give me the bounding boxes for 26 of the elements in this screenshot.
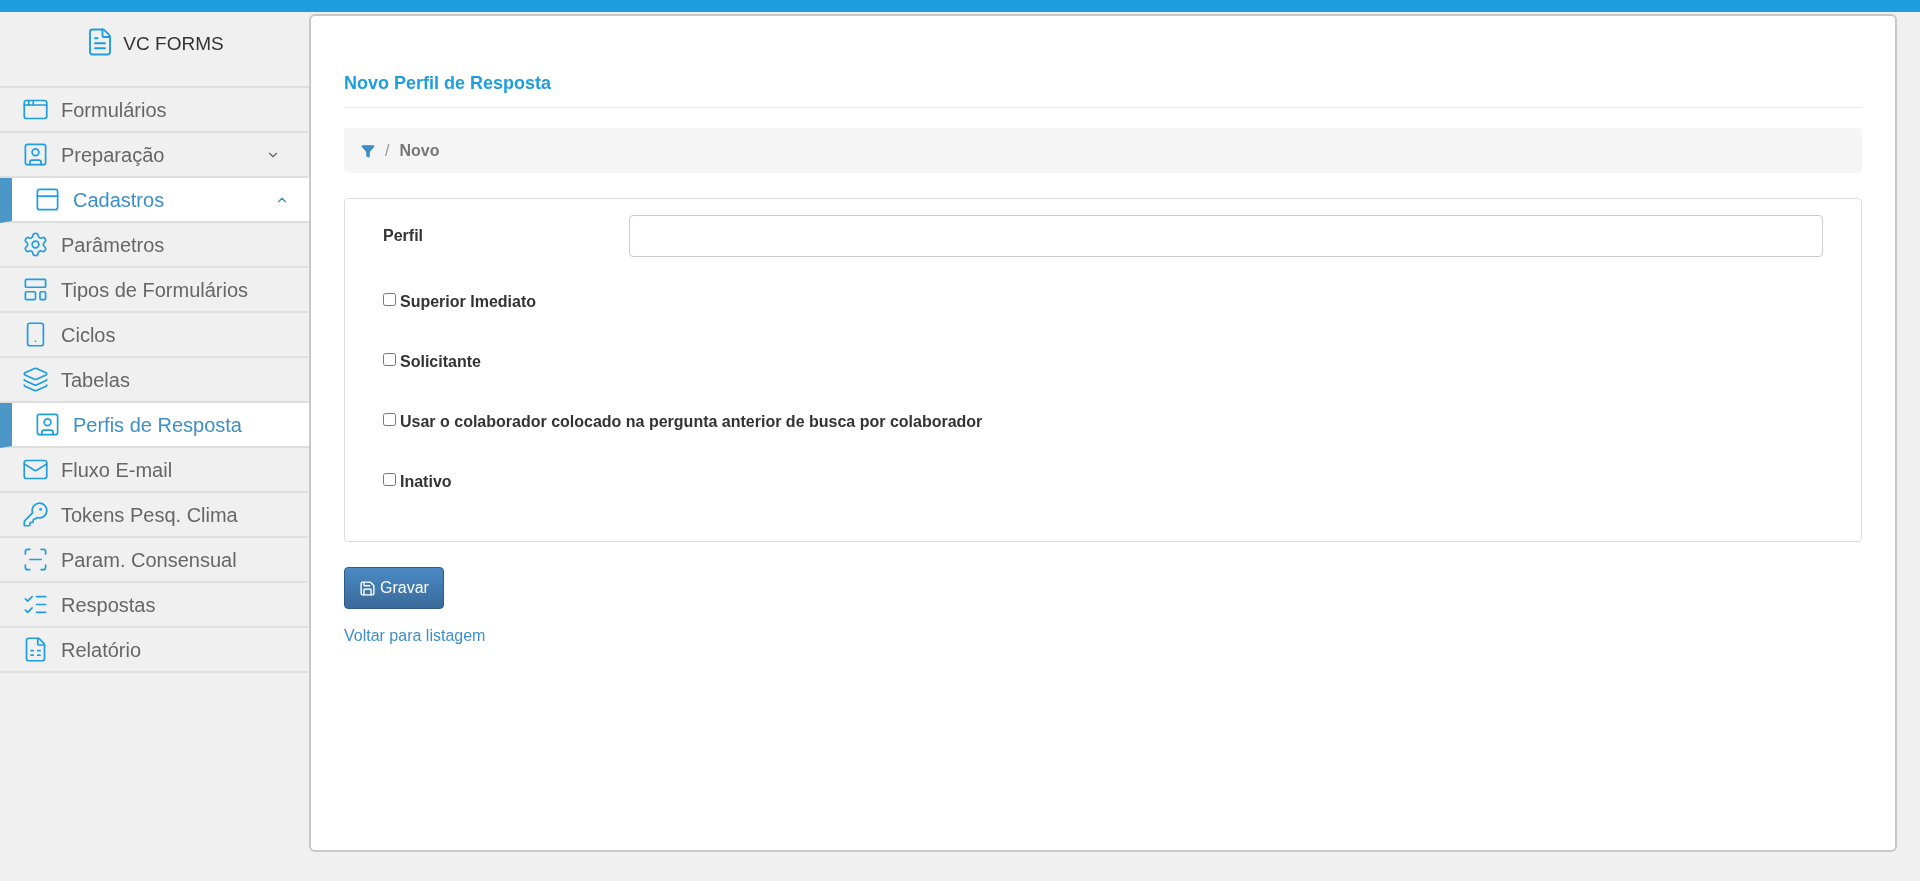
checkbox-label: Superior Imediato [400,291,537,312]
app-name: VC FORMS [123,32,224,56]
page-title: Novo Perfil de Resposta [344,70,1862,108]
breadcrumb-separator: / [385,140,390,161]
back-link[interactable]: Voltar para listagem [344,624,486,648]
settings-icon [22,231,49,258]
layers-icon [22,366,49,393]
checkbox[interactable] [383,473,396,486]
checkbox[interactable] [383,293,396,306]
checkbox[interactable] [383,353,396,366]
field-label: Perfil [383,226,424,246]
user-card-icon [34,411,61,438]
checkbox[interactable] [383,413,396,426]
profile-input[interactable] [629,215,1823,257]
checkbox-label: Inativo [400,471,452,492]
scan-icon [22,546,49,573]
save-icon [359,579,376,597]
filter-icon[interactable] [361,143,375,158]
breadcrumb-current: Novo [399,140,440,161]
key-icon [22,501,49,528]
sidebar-item[interactable]: Perfis de Resposta [0,403,309,448]
sidebar-item[interactable]: Cadastros [0,178,309,223]
checkbox-label: Solicitante [400,351,481,372]
save-button[interactable]: Gravar [344,567,444,609]
checkbox-label: Usar o colaborador colocado na pergunta anterior de busca por colaborador [400,411,983,432]
user-card-icon [22,141,49,168]
